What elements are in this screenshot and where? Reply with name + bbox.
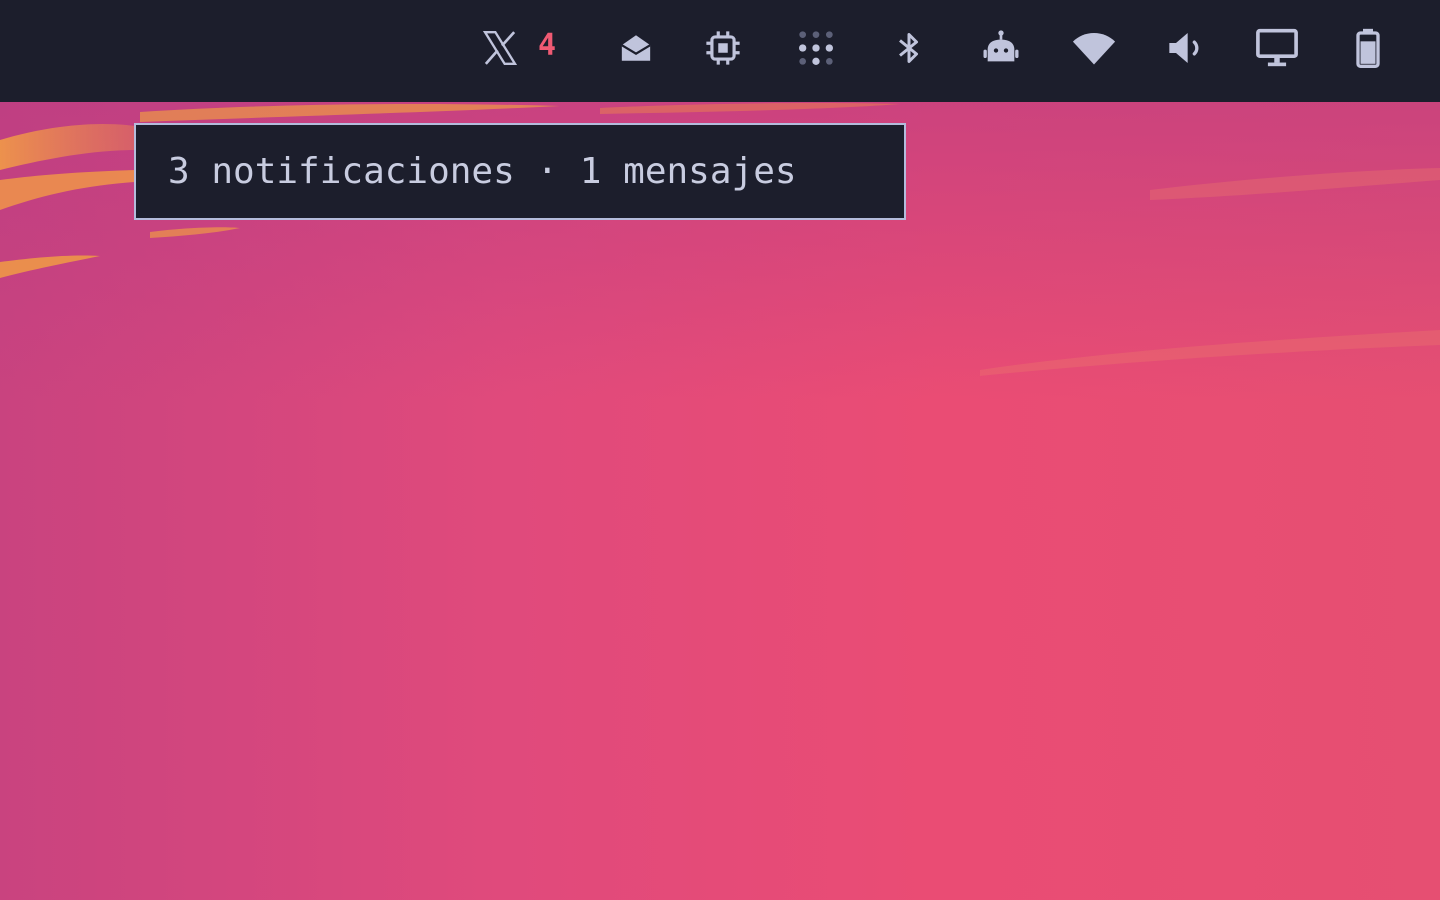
battery-button[interactable]: [1352, 24, 1384, 72]
notification-tooltip: 3 notificaciones · 1 mensajes: [134, 123, 906, 220]
wifi-button[interactable]: [1070, 24, 1118, 72]
volume-icon: [1169, 33, 1199, 63]
robot-button[interactable]: [978, 24, 1024, 72]
x-logo-icon: [482, 31, 518, 65]
apps-grid-button[interactable]: [794, 24, 838, 72]
x-notification-count: 4: [538, 28, 557, 63]
mail-open-icon: [621, 35, 651, 61]
tooltip-text: 3 notificaciones · 1 mensajes: [168, 151, 797, 192]
bluetooth-icon: [899, 33, 918, 63]
mail-button[interactable]: [616, 24, 656, 72]
monitor-icon: [1256, 28, 1298, 67]
bluetooth-button[interactable]: [890, 24, 928, 72]
x-app-button[interactable]: [478, 24, 522, 72]
battery-icon: [1356, 28, 1380, 68]
volume-button[interactable]: [1164, 24, 1208, 72]
apps-grid-icon: [799, 31, 833, 65]
status-bar: 4: [0, 0, 1440, 102]
robot-icon: [983, 30, 1019, 62]
wifi-icon: [1072, 32, 1116, 65]
cpu-icon: [706, 31, 740, 65]
display-button[interactable]: [1254, 24, 1300, 72]
cpu-button[interactable]: [702, 24, 744, 72]
